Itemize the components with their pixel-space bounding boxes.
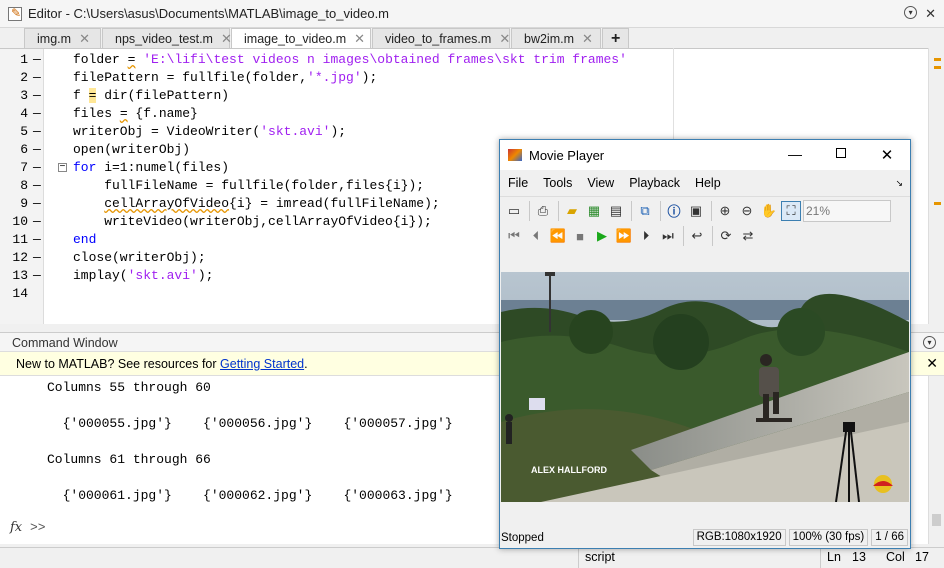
editor-tabbar: img.m ✕ nps_video_test.m ✕ image_to_video.… [24,28,630,49]
rewind-icon[interactable]: ⏪ [548,226,568,246]
tab-nps-video-test[interactable]: nps_video_test.m ✕ [102,28,232,48]
close-icon[interactable]: ✕ [574,31,593,47]
tab-image-to-video[interactable]: image_to_video.m ✕ [231,28,371,49]
loop-icon[interactable]: ⟳ [716,226,736,246]
scroll-thumb[interactable] [932,514,941,526]
close-icon[interactable]: ✕ [71,31,90,47]
output-line: {'000061.jpg'} {'000062.jpg'} {'000063.j… [47,488,453,503]
go-to-first-icon[interactable]: ⏮ [504,226,524,246]
new-window-icon[interactable]: ⧉ [635,201,655,221]
print-icon[interactable]: ⎙ [533,201,553,221]
zoom-level-field[interactable]: 21% [803,199,891,222]
pixel-region-icon[interactable]: ▣ [686,201,706,221]
menu-tools[interactable]: Tools [543,176,572,190]
menu-file[interactable]: File [508,176,528,190]
import-icon[interactable]: ▦ [584,201,604,221]
step-forward-icon[interactable]: ⏵ [636,226,656,246]
info-icon[interactable]: ⓘ [664,201,684,221]
close-icon[interactable]: ✕ [491,31,510,47]
stop-icon[interactable]: ■ [570,226,590,246]
col-label: Col [886,550,905,564]
output-line: {'000055.jpg'} {'000056.jpg'} {'000057.j… [47,416,453,431]
warning-marker[interactable] [934,66,941,69]
movie-player-titlebar: Movie Player — ✕ [500,140,910,170]
movie-player-statusbar: Stopped RGB:1080x1920 100% (30 fps) 1 / … [500,527,910,548]
movie-player-icon [508,149,522,161]
step-back-icon[interactable]: ⏴ [526,226,546,246]
tab-bw2im[interactable]: bw2im.m ✕ [511,28,601,48]
output-line: Columns 61 through 66 [47,452,211,467]
editor-titlebar: ✎ Editor - C:\Users\asus\Documents\MATLA… [0,0,944,28]
close-banner-icon[interactable]: ✕ [926,355,938,372]
command-prompt[interactable]: fx >> [10,520,46,535]
line-number: 13 [852,550,866,564]
tab-img[interactable]: img.m ✕ [24,28,101,48]
tab-video-to-frames[interactable]: video_to_frames.m ✕ [372,28,510,48]
close-button[interactable]: ✕ [864,146,910,164]
playback-toolbar: ⏮ ⏴ ⏪ ■ ▶ ⏩ ⏵ ⏭ ↩ ⟳ ⇄ [500,222,910,250]
new-icon[interactable]: ▭ [504,201,524,221]
video-frame: ALEX HALLFORD [501,272,909,502]
playback-status: Stopped [501,531,544,544]
file-type-status: script [578,548,615,568]
output-line: Columns 55 through 60 [47,380,211,395]
menu-view[interactable]: View [587,176,614,190]
zoom-in-icon[interactable]: ⊕ [715,201,735,221]
open-folder-icon[interactable]: ▰ [562,201,582,221]
frame-rate-status: 100% (30 fps) [788,529,869,546]
editor-icon: ✎ [8,6,22,21]
editor-scrollbar[interactable] [928,48,944,324]
warning-marker[interactable] [934,58,941,61]
menu-playback[interactable]: Playback [629,176,680,190]
frame-number-status: 1 / 66 [871,529,908,546]
close-icon[interactable]: ✕ [346,31,365,47]
editor-options-icon[interactable]: ▾ [904,5,918,19]
pan-icon[interactable]: ✋ [759,201,779,221]
status-bar: script Ln 13 Col 17 [0,547,944,568]
video-frame-image: ALEX HALLFORD [501,272,909,502]
dock-icon[interactable]: ↘ [895,178,903,189]
editor-title: Editor - C:\Users\asus\Documents\MATLAB\… [28,6,390,21]
frame-size-status: RGB:1080x1920 [692,529,786,546]
close-icon[interactable]: ✕ [213,31,232,47]
editor-close-icon[interactable]: ✕ [925,6,936,22]
fold-icon[interactable]: − [58,163,67,173]
fx-icon[interactable]: fx [10,520,22,535]
movie-player-menubar: File Tools View Playback Help ↘ [500,172,910,194]
add-tab-button[interactable]: + [602,28,630,48]
fast-forward-icon[interactable]: ⏩ [614,226,634,246]
movie-player-window: Movie Player — ✕ File Tools View Playbac… [499,139,911,549]
fit-to-window-icon[interactable]: ⛶ [781,200,801,221]
menu-help[interactable]: Help [695,176,721,190]
export-icon[interactable]: ▤ [606,201,626,221]
main-toolbar: ▭ ⎙ ▰ ▦ ▤ ⧉ ⓘ ▣ ⊕ ⊖ ✋ ⛶ 21% [500,196,910,224]
line-label: Ln [820,548,841,568]
zoom-out-icon[interactable]: ⊖ [737,201,757,221]
warning-marker[interactable] [934,202,941,205]
command-window-options-icon[interactable]: ▾ [923,336,936,349]
maximize-button[interactable] [818,146,864,164]
play-icon[interactable]: ▶ [592,226,612,246]
minimize-button[interactable]: — [772,146,818,164]
command-scrollbar[interactable] [928,376,944,544]
col-number: 17 [915,550,929,564]
playback-direction-icon[interactable]: ⇄ [738,226,758,246]
video-overlay-text: ALEX HALLFORD [531,465,607,475]
getting-started-link[interactable]: Getting Started [220,357,304,371]
go-to-last-icon[interactable]: ⏭ [658,226,678,246]
jump-to-icon[interactable]: ↩ [687,226,707,246]
